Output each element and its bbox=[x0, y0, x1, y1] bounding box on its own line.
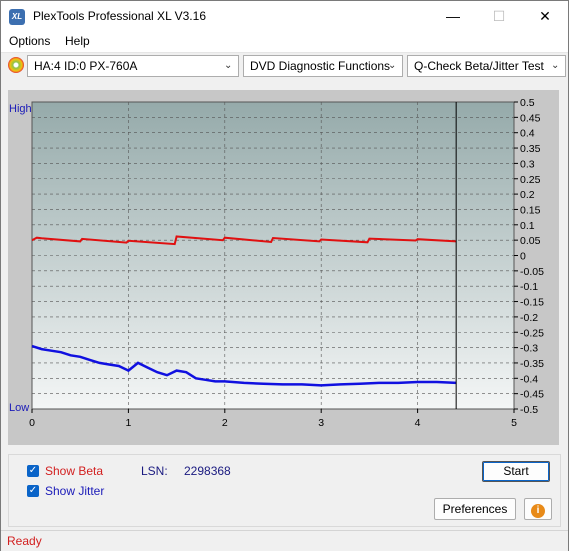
show-jitter-checkbox[interactable]: ✓ bbox=[27, 485, 39, 497]
y-tick-label: 0.05 bbox=[520, 235, 541, 247]
close-button[interactable]: ✕ bbox=[522, 1, 568, 31]
y-tick-label: -0.45 bbox=[520, 389, 544, 401]
status-bar: Ready bbox=[1, 530, 568, 551]
info-icon: i bbox=[531, 504, 545, 518]
x-tick-label: 0 bbox=[29, 417, 35, 429]
preferences-button[interactable]: Preferences bbox=[434, 498, 516, 520]
function-select-value: DVD Diagnostic Functions bbox=[250, 59, 391, 73]
lsn-value: 2298368 bbox=[184, 464, 231, 478]
beta-jitter-chart: 0.5 0.45 0.4 0.35 0.3 0.25 0.2 0.15 0.1 0.05 0 -0.0… bbox=[9, 97, 544, 429]
show-jitter-label[interactable]: Show Jitter bbox=[45, 484, 104, 498]
status-text: Ready bbox=[7, 534, 42, 548]
menu-help[interactable]: Help bbox=[65, 34, 90, 48]
x-tick-label: 3 bbox=[318, 417, 324, 429]
x-tick-label: 4 bbox=[415, 417, 421, 429]
y-tick-label: 0.45 bbox=[520, 112, 541, 124]
lsn-label: LSN: bbox=[141, 464, 168, 478]
show-beta-checkbox[interactable]: ✓ bbox=[27, 465, 39, 477]
minimize-button[interactable]: — bbox=[430, 1, 476, 31]
info-button[interactable]: i bbox=[524, 498, 552, 520]
chevron-down-icon: ⌄ bbox=[388, 60, 397, 71]
y-tick-labels: 0.5 0.45 0.4 0.35 0.3 0.25 0.2 0.15 0.1 0.05 0 -0.0… bbox=[514, 97, 544, 416]
x-tick-labels: 0 1 2 3 4 5 bbox=[29, 409, 517, 429]
y-tick-label: -0.15 bbox=[520, 297, 544, 309]
y-tick-label: 0.35 bbox=[520, 143, 541, 155]
test-select-value: Q-Check Beta/Jitter Test bbox=[414, 59, 544, 73]
y-tick-label: 0.2 bbox=[520, 189, 535, 201]
window-title: PlexTools Professional XL V3.16 bbox=[33, 9, 206, 23]
y-tick-label: -0.25 bbox=[520, 327, 544, 339]
function-select[interactable]: DVD Diagnostic Functions ⌄ bbox=[243, 55, 403, 77]
menu-options[interactable]: Options bbox=[9, 34, 50, 48]
x-tick-label: 5 bbox=[511, 417, 517, 429]
y-tick-label: 0.25 bbox=[520, 174, 541, 186]
x-tick-label: 2 bbox=[222, 417, 228, 429]
y-tick-label: 0.15 bbox=[520, 204, 541, 216]
controls-panel: ✓ Show Beta ✓ Show Jitter LSN: 2298368 S… bbox=[8, 454, 561, 527]
y-tick-label: -0.5 bbox=[520, 404, 538, 416]
app-window: XL PlexTools Professional XL V3.16 — ☐ ✕… bbox=[0, 0, 569, 551]
y-tick-label: -0.1 bbox=[520, 281, 538, 293]
drive-select-value: HA:4 ID:0 PX-760A bbox=[34, 59, 138, 73]
x-tick-label: 1 bbox=[125, 417, 131, 429]
y-tick-label: 0.1 bbox=[520, 220, 535, 232]
toolbar: HA:4 ID:0 PX-760A ⌄ DVD Diagnostic Funct… bbox=[1, 53, 568, 79]
y-tick-label: 0 bbox=[520, 251, 526, 263]
show-beta-label[interactable]: Show Beta bbox=[45, 464, 103, 478]
chart-panel: 0.5 0.45 0.4 0.35 0.3 0.25 0.2 0.15 0.1 0.05 0 -0.0… bbox=[8, 90, 559, 445]
y-tick-label: -0.35 bbox=[520, 358, 544, 370]
y-tick-label: -0.4 bbox=[520, 373, 538, 385]
y-tick-label: -0.2 bbox=[520, 312, 538, 324]
y-tick-label: -0.3 bbox=[520, 343, 538, 355]
drive-select[interactable]: HA:4 ID:0 PX-760A ⌄ bbox=[8, 55, 239, 77]
app-logo-icon: XL bbox=[9, 9, 25, 25]
menu-bar: Options Help bbox=[1, 31, 568, 53]
title-bar: XL PlexTools Professional XL V3.16 — ☐ ✕ bbox=[1, 1, 568, 31]
high-label: High bbox=[9, 103, 32, 115]
y-tick-label: 0.5 bbox=[520, 97, 535, 109]
low-label: Low bbox=[9, 402, 29, 414]
test-select[interactable]: Q-Check Beta/Jitter Test ⌄ bbox=[407, 55, 566, 77]
y-tick-label: -0.05 bbox=[520, 266, 544, 278]
start-button[interactable]: Start bbox=[482, 461, 550, 482]
y-tick-label: 0.3 bbox=[520, 158, 535, 170]
y-tick-label: 0.4 bbox=[520, 128, 535, 140]
disc-drive-icon bbox=[8, 57, 24, 73]
chevron-down-icon: ⌄ bbox=[551, 60, 560, 71]
maximize-button[interactable]: ☐ bbox=[476, 1, 522, 31]
chevron-down-icon: ⌄ bbox=[224, 60, 233, 71]
